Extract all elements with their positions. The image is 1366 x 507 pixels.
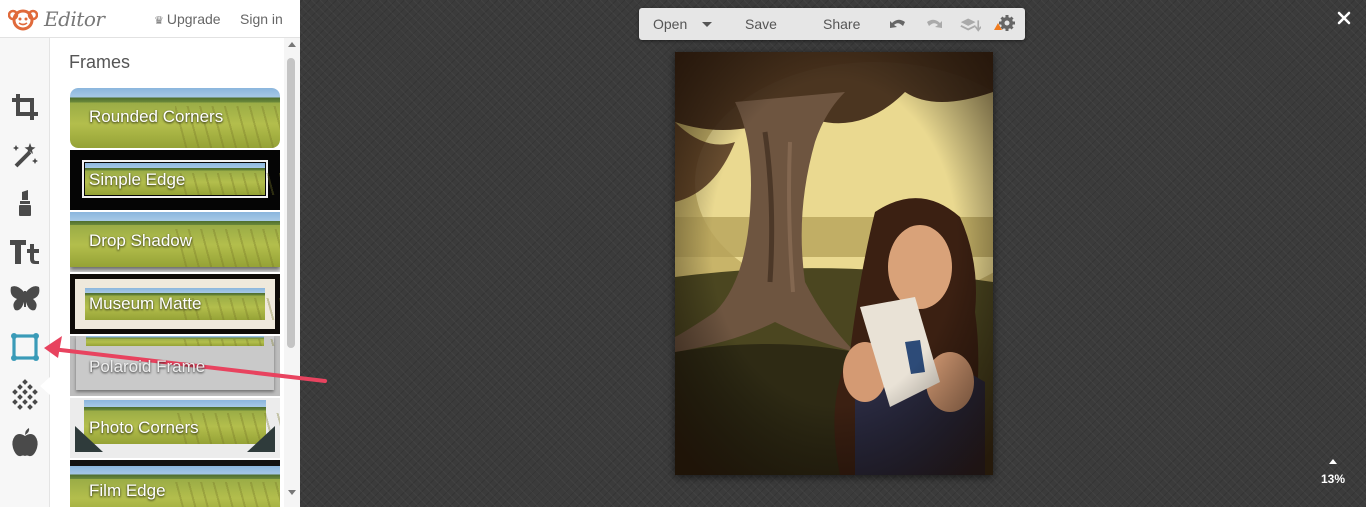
frame-label: Film Edge	[89, 481, 166, 500]
upgrade-label: Upgrade	[166, 11, 221, 27]
panel-scrollbar[interactable]	[284, 38, 300, 507]
frame-label: Simple Edge	[89, 170, 186, 189]
layers-icon[interactable]	[959, 14, 981, 34]
frame-label: Drop Shadow	[89, 231, 193, 250]
frame-simple-edge[interactable]: Simple Edge	[70, 150, 280, 210]
settings-gear-icon[interactable]	[994, 14, 1016, 34]
overlays-tool[interactable]	[6, 280, 44, 318]
textures-tool[interactable]	[6, 376, 44, 414]
frames-tool[interactable]	[6, 328, 44, 366]
frame-museum-matte[interactable]: Museum Matte	[70, 274, 280, 334]
frame-label: Museum Matte	[89, 294, 202, 313]
edited-photo[interactable]	[675, 52, 993, 475]
frame-polaroid[interactable]: Polaroid Frame	[70, 336, 280, 396]
frame-drop-shadow[interactable]: Drop Shadow	[70, 212, 280, 272]
app-title: Editor	[44, 7, 105, 31]
butterfly-icon	[10, 286, 40, 311]
crop-tool[interactable]	[6, 88, 44, 126]
frame-photo-corners[interactable]: Photo Corners	[70, 398, 280, 458]
magic-wand-icon	[13, 143, 38, 168]
seasonal-tool[interactable]	[6, 424, 44, 462]
photo-illustration	[675, 52, 993, 475]
frame-film-edge[interactable]: Film Edge	[70, 460, 280, 507]
open-button[interactable]: Open	[653, 16, 687, 32]
frame-rounded-corners[interactable]: Rounded Corners	[70, 88, 280, 148]
text-icon	[10, 240, 39, 264]
monkey-logo-icon[interactable]	[8, 6, 38, 32]
upgrade-link[interactable]: ♛ Upgrade	[154, 11, 221, 27]
frames-panel: Frames Rounded Corners Simple Edge Drop …	[50, 38, 300, 507]
crop-icon	[12, 94, 38, 120]
scroll-down-arrow-icon[interactable]	[288, 490, 296, 495]
effects-tool[interactable]	[6, 136, 44, 174]
zoom-up-arrow-icon[interactable]	[1329, 459, 1337, 464]
sign-in-link[interactable]: Sign in	[240, 11, 283, 27]
frame-label: Rounded Corners	[89, 107, 224, 126]
frame-icon	[11, 333, 39, 361]
top-bar: Editor ♛ Upgrade Sign in	[0, 0, 300, 38]
scrollbar-thumb[interactable]	[287, 58, 295, 348]
crown-icon: ♛	[154, 15, 164, 27]
frame-thumbnail	[86, 336, 280, 346]
canvas-area: Open Save Share 13%	[300, 0, 1366, 507]
touch-up-tool[interactable]	[6, 184, 44, 222]
zoom-level[interactable]: 13%	[1320, 472, 1346, 486]
panel-title: Frames	[69, 52, 131, 72]
apple-icon	[12, 428, 38, 457]
active-tool-pointer	[40, 377, 50, 395]
scroll-up-arrow-icon[interactable]	[288, 42, 296, 47]
top-toolbar: Open Save Share	[639, 8, 1025, 40]
frame-label: Photo Corners	[89, 418, 199, 437]
frame-label: Polaroid Frame	[89, 357, 206, 376]
redo-icon[interactable]	[923, 14, 945, 34]
close-icon[interactable]	[1336, 10, 1352, 26]
text-tool[interactable]	[6, 232, 44, 270]
share-button[interactable]: Share	[823, 16, 860, 32]
save-button[interactable]: Save	[745, 16, 777, 32]
photo-corner-right	[247, 426, 275, 452]
open-dropdown-caret-icon[interactable]	[702, 22, 712, 27]
tool-rail	[0, 38, 50, 507]
undo-icon[interactable]	[887, 14, 909, 34]
texture-icon	[12, 379, 38, 410]
lipstick-icon	[19, 190, 31, 216]
